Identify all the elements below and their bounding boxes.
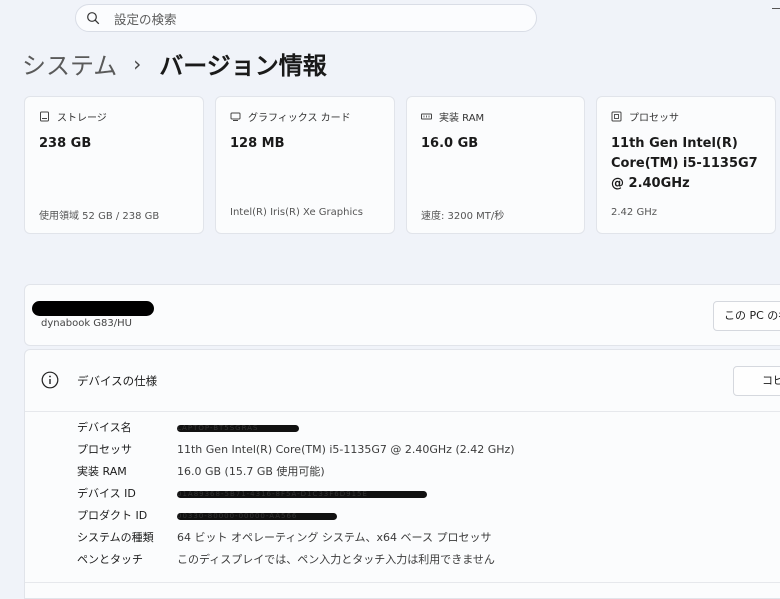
copy-button[interactable]: コピ <box>733 366 780 396</box>
spec-label: ペンとタッチ <box>77 553 143 566</box>
specifications-title: デバイスの仕様 <box>77 374 158 388</box>
card-header: プロセッサ <box>611 109 679 124</box>
spec-label: プロセッサ <box>77 443 132 456</box>
breadcrumb-separator: › <box>133 51 142 76</box>
card-title: ストレージ <box>57 113 107 124</box>
spec-value: 64 ビット オペレーティング システム、x64 ベース プロセッサ <box>177 531 492 544</box>
spec-label: デバイス名 <box>77 421 132 434</box>
divider <box>25 582 780 583</box>
card-detail: 使用領域 52 GB / 238 GB <box>39 211 160 222</box>
search-box[interactable] <box>75 4 537 33</box>
breadcrumb: システム › バージョン情報 <box>22 46 327 81</box>
device-name-redaction <box>32 301 154 316</box>
storage-icon <box>40 111 49 122</box>
card-header: 実装 RAM <box>421 109 484 124</box>
memory-icon <box>421 113 432 120</box>
spec-label: デバイス ID <box>77 487 136 500</box>
info-icon <box>41 371 59 389</box>
page-title: バージョン情報 <box>159 52 327 80</box>
search-icon <box>87 12 100 25</box>
spec-value: 16.0 GB (15.7 GB 使用可能) <box>177 465 325 478</box>
product-id-scribble: 00330-80000-00000-AA566 <box>177 513 337 520</box>
device-name-scribble: LAPTOP-BT5SGRAS <box>177 425 299 432</box>
specifications-header[interactable]: デバイスの仕様 コピ <box>25 350 780 412</box>
device-model: dynabook G83/HU <box>41 318 132 329</box>
card-detail: 2.42 GHz <box>611 207 657 218</box>
rename-pc-button[interactable]: この PC の名 <box>713 301 780 331</box>
breadcrumb-system-link[interactable]: システム <box>22 46 117 81</box>
window-control-fragment[interactable] <box>772 8 780 9</box>
spec-label: プロダクト ID <box>77 509 148 522</box>
card-detail: Intel(R) Iris(R) Xe Graphics <box>230 207 363 218</box>
card-title: 実装 RAM <box>439 113 485 124</box>
device-id-scribble: 01A89368-5B71-4316-8F5A-D1C33F6D915E <box>177 491 427 498</box>
search-input[interactable] <box>112 5 516 33</box>
spec-value: このディスプレイでは、ペン入力とタッチ入力は利用できません <box>177 553 495 566</box>
graphics-card[interactable]: グラフィックス カード 128 MB Intel(R) Iris(R) Xe G… <box>215 96 395 234</box>
card-value: 16.0 GB <box>421 136 479 151</box>
spec-value: 11th Gen Intel(R) Core(TM) i5-1135G7 @ 2… <box>177 443 515 456</box>
spec-label: システムの種類 <box>77 531 154 544</box>
card-title: グラフィックス カード <box>248 113 351 124</box>
device-specifications-panel: デバイスの仕様 コピ デバイス名 LAPTOP-BT5SGRAS プロセッサ 1… <box>24 349 780 599</box>
card-title: プロセッサ <box>629 113 679 124</box>
spec-label: 実装 RAM <box>77 465 127 478</box>
card-value: 238 GB <box>39 136 92 151</box>
ram-card[interactable]: 実装 RAM 16.0 GB 速度: 3200 MT/秒 <box>406 96 585 234</box>
processor-card[interactable]: プロセッサ 11th Gen Intel(R) Core(TM) i5-1135… <box>596 96 776 234</box>
card-value: 128 MB <box>230 136 285 151</box>
card-detail: 速度: 3200 MT/秒 <box>421 211 505 222</box>
storage-card[interactable]: ストレージ 238 GB 使用領域 52 GB / 238 GB <box>24 96 204 234</box>
graphics-card-icon <box>230 112 241 121</box>
card-value: 11th Gen Intel(R) Core(TM) i5-1135G7 @ 2… <box>611 136 758 191</box>
processor-icon <box>611 111 622 122</box>
card-header: ストレージ <box>39 109 107 124</box>
card-header: グラフィックス カード <box>230 109 351 124</box>
device-name-panel: dynabook G83/HU この PC の名 <box>24 284 780 346</box>
